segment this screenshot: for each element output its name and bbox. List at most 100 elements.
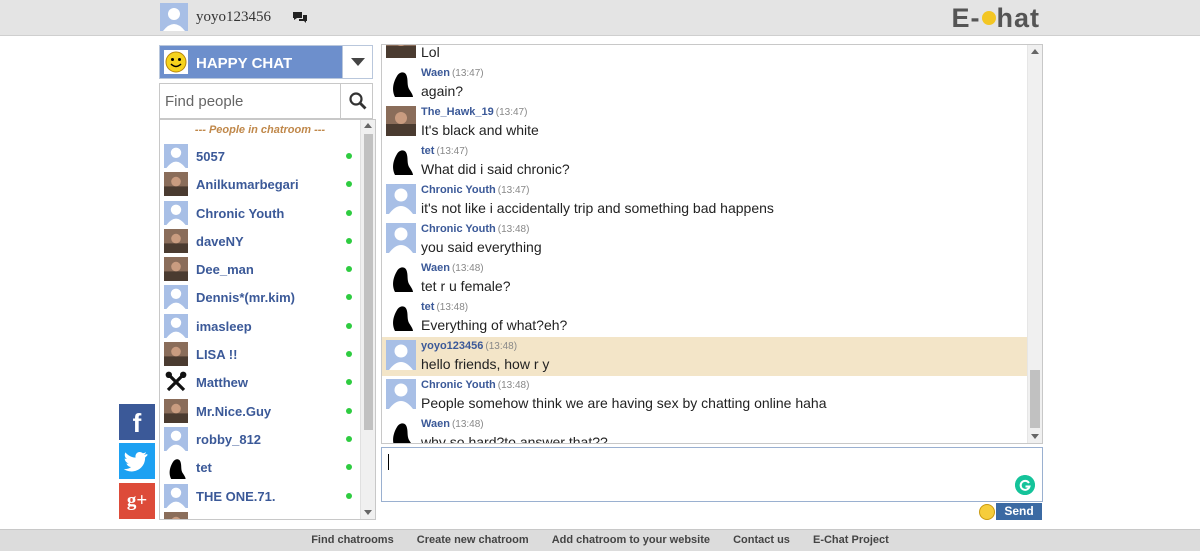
person-name[interactable]: Mr.Nice.Guy [196,404,271,419]
message-author[interactable]: The_Hawk_19 (13:47) [421,106,527,118]
twitter-share-button[interactable] [119,443,155,479]
room-dropdown-button[interactable] [342,46,372,78]
message-author-name[interactable]: Waen [421,262,450,274]
person-name[interactable]: LISA !! [196,347,237,362]
message-author[interactable]: tet (13:48) [421,301,468,313]
person-photo-avatar[interactable] [164,172,188,197]
current-username[interactable]: yoyo123456 [196,9,271,26]
message-author[interactable]: Waen (13:48) [421,262,484,274]
message-author[interactable]: Chronic Youth (13:48) [421,379,529,391]
person-row[interactable]: Dennis*(mr.kim) [160,283,360,311]
message-author-name[interactable]: Waen [421,67,450,79]
person-default-avatar[interactable] [164,483,188,508]
message-photo-avatar[interactable] [386,106,416,136]
message-author-name[interactable]: Waen [421,418,450,430]
message-silhouette-avatar[interactable] [386,262,416,292]
person-row[interactable]: tet [160,453,360,481]
person-name[interactable]: Anilkumarbegari [196,177,299,192]
person-tools-avatar[interactable] [164,370,188,395]
person-photo-avatar[interactable] [164,342,188,367]
message-author[interactable]: Waen (13:47) [421,67,484,79]
grammarly-icon[interactable] [1015,475,1035,495]
scroll-up-arrow[interactable] [364,123,372,128]
message-author-name[interactable]: Chronic Youth [421,184,496,196]
message-author[interactable]: tet (13:47) [421,145,468,157]
person-default-avatar[interactable] [164,285,188,310]
person-photo-avatar[interactable] [164,398,188,423]
message-author-name[interactable]: tet [421,145,434,157]
emoji-icon[interactable] [979,504,995,520]
person-row[interactable]: robby_812 [160,425,360,453]
person-name[interactable]: Chronic Youth [196,206,284,221]
person-row[interactable]: daveNY [160,227,360,255]
person-row[interactable]: Mr.Nice.Guy [160,397,360,425]
message-author[interactable]: yoyo123456 (13:48) [421,340,517,352]
person-row[interactable]: Matthew [160,368,360,396]
message-silhouette-avatar[interactable] [386,145,416,175]
person-row[interactable]: Chronic Youth [160,199,360,227]
message-author-name[interactable]: Chronic Youth [421,379,496,391]
footer-link-contact-us[interactable]: Contact us [733,534,790,546]
search-button[interactable] [340,84,372,118]
footer-link-create-chatroom[interactable]: Create new chatroom [417,534,529,546]
person-photo-avatar[interactable] [164,257,188,282]
message-silhouette-avatar[interactable] [386,301,416,331]
person-name[interactable]: daveNY [196,234,244,249]
person-default-avatar[interactable] [164,200,188,225]
person-row[interactable]: LISA !! [160,340,360,368]
person-name[interactable]: The_Hawk_19 [196,517,282,519]
user-avatar[interactable] [160,3,188,31]
person-photo-avatar[interactable] [164,228,188,253]
message-default-avatar[interactable] [386,340,416,370]
message-author[interactable]: Waen (13:48) [421,418,484,430]
message-author-name[interactable]: The_Hawk_19 [421,106,494,118]
people-scroll-thumb[interactable] [364,134,373,430]
message-input[interactable] [381,447,1043,502]
google-plus-share-button[interactable]: g+ [119,483,155,519]
scroll-up-arrow[interactable] [1031,49,1039,54]
message-author-name[interactable]: Chronic Youth [421,223,496,235]
message-author[interactable]: Chronic Youth (13:47) [421,184,529,196]
person-default-avatar[interactable] [164,144,188,168]
footer-link-find-chatrooms[interactable]: Find chatrooms [311,534,394,546]
message-author-name[interactable]: yoyo123456 [421,340,483,352]
person-name[interactable]: Dee_man [196,262,254,277]
person-row[interactable]: imasleep [160,312,360,340]
footer-link-echat-project[interactable]: E-Chat Project [813,534,889,546]
scroll-down-arrow[interactable] [364,510,372,515]
send-button[interactable]: Send [996,503,1042,520]
message-default-avatar[interactable] [386,379,416,409]
scroll-down-arrow[interactable] [1031,434,1039,439]
message-author-name[interactable]: tet [421,301,434,313]
message-author[interactable]: Chronic Youth (13:48) [421,223,529,235]
person-name[interactable]: Dennis*(mr.kim) [196,290,295,305]
person-row[interactable]: Dee_man [160,255,360,283]
person-row[interactable]: 5057 [160,142,360,170]
chat-scroll-thumb[interactable] [1030,370,1040,428]
footer-link-add-chatroom[interactable]: Add chatroom to your website [552,534,710,546]
person-row[interactable]: Anilkumarbegari [160,170,360,198]
person-row[interactable]: The_Hawk_19 [160,510,360,519]
person-name[interactable]: imasleep [196,319,252,334]
message-default-avatar[interactable] [386,223,416,253]
person-name[interactable]: tet [196,460,212,475]
person-row[interactable]: THE ONE.71. [160,482,360,510]
chat-scrollbar[interactable] [1027,45,1042,443]
person-default-avatar[interactable] [164,313,188,338]
facebook-share-button[interactable]: f [119,404,155,440]
person-name[interactable]: THE ONE.71. [196,489,275,504]
find-people-input[interactable] [160,84,340,118]
message-silhouette-avatar[interactable] [386,67,416,97]
person-silhouette-avatar[interactable] [164,455,188,480]
room-selector[interactable]: HAPPY CHAT [159,45,373,79]
brand-logo[interactable]: E-hat [952,3,1041,34]
person-name[interactable]: robby_812 [196,432,261,447]
person-default-avatar[interactable] [164,426,188,451]
message-default-avatar[interactable] [386,184,416,214]
messages-icon[interactable] [292,11,308,25]
person-name[interactable]: Matthew [196,375,248,390]
message-photo-avatar[interactable] [386,45,416,58]
people-scrollbar[interactable] [360,120,375,519]
person-photo-avatar[interactable] [164,511,188,519]
message-silhouette-avatar[interactable] [386,418,416,443]
